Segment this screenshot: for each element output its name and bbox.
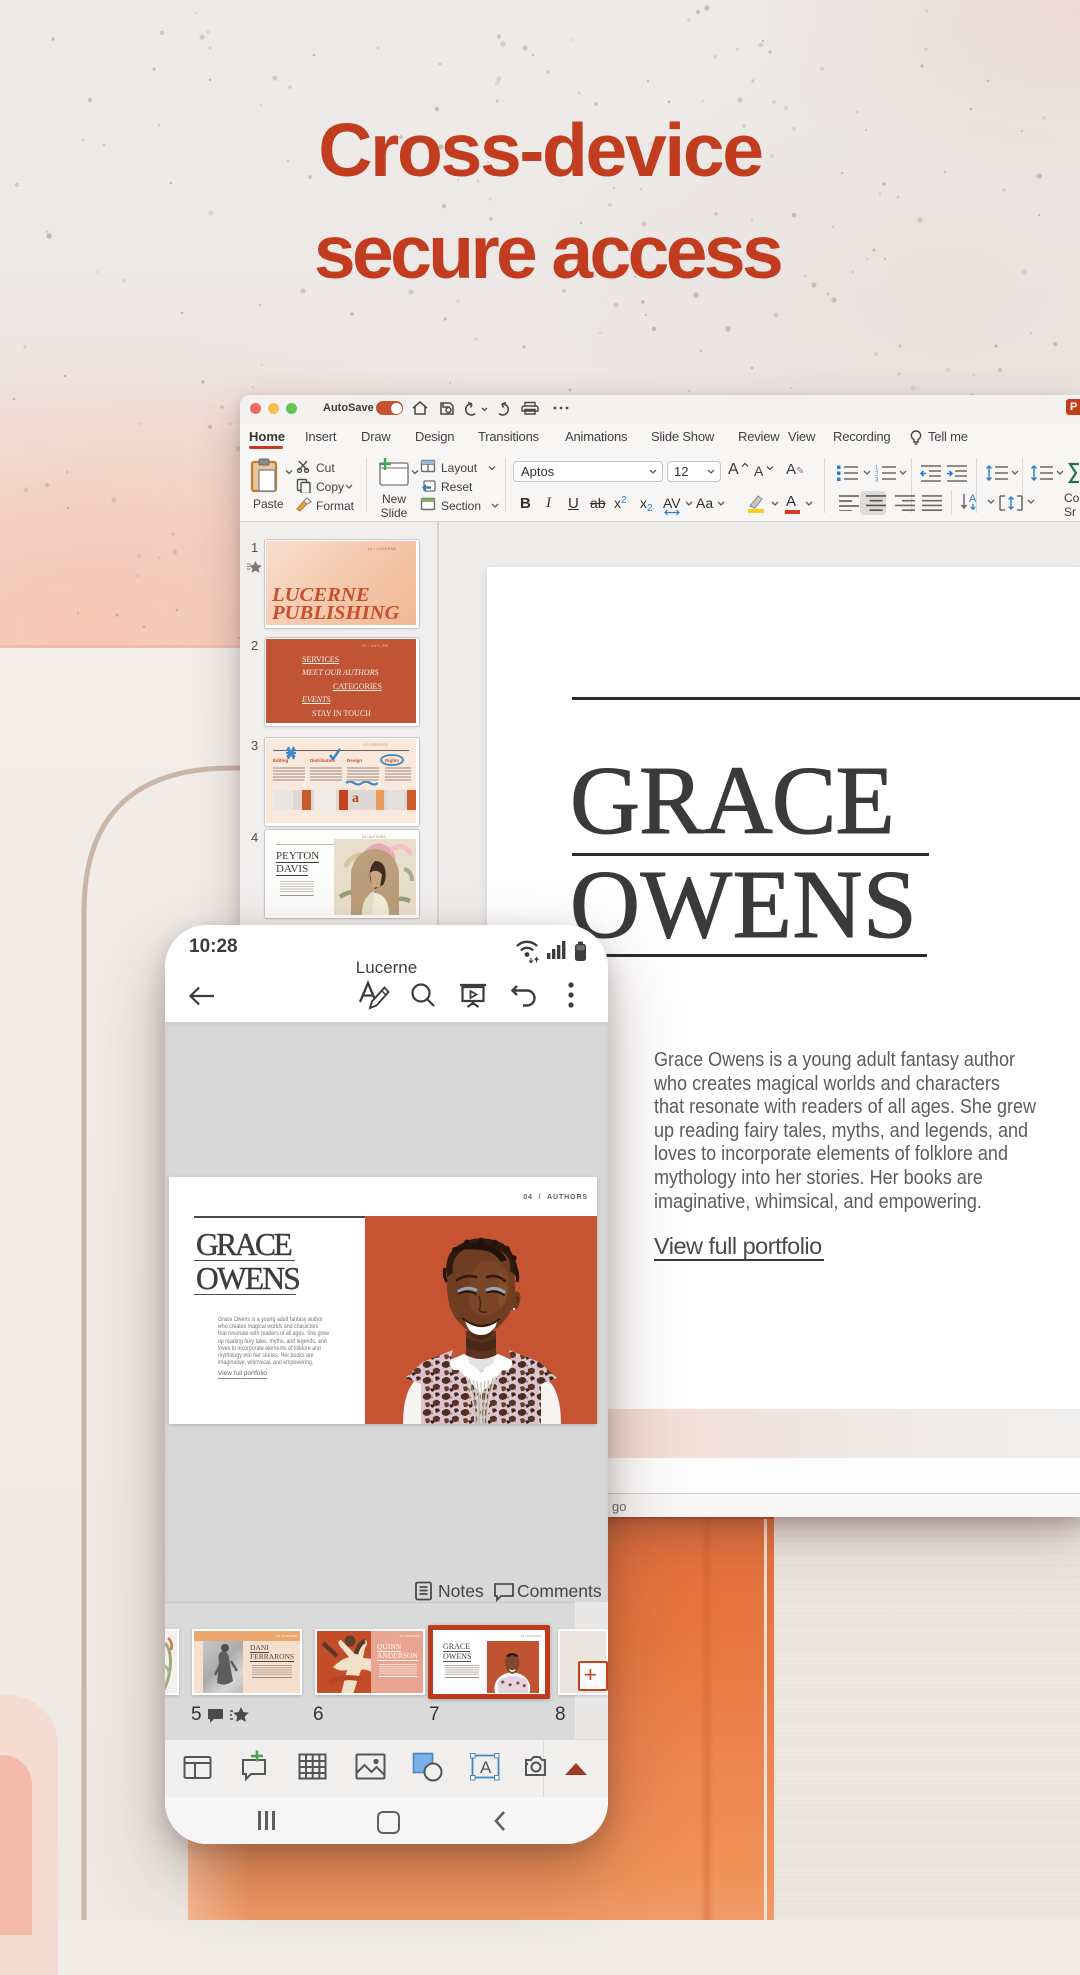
svg-text:3: 3: [875, 478, 879, 483]
svg-text:A: A: [969, 493, 977, 505]
svg-text:A: A: [480, 1758, 492, 1777]
